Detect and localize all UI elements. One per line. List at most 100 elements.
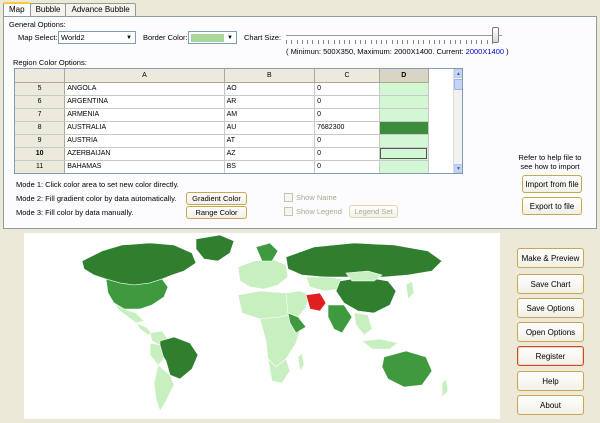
cell-color[interactable] — [379, 95, 429, 109]
row-number[interactable]: 7 — [15, 108, 66, 122]
slider-tick — [286, 40, 287, 44]
cell-country-name[interactable]: BAHAMAS — [64, 160, 225, 173]
grid-vertical-scrollbar[interactable]: ▲ ▼ — [453, 69, 462, 173]
slider-thumb[interactable] — [492, 27, 499, 43]
row-number[interactable]: 6 — [15, 95, 66, 109]
slider-tick — [381, 40, 382, 44]
column-header-a[interactable]: A — [64, 69, 225, 83]
cell-value[interactable]: 0 — [314, 147, 380, 161]
import-from-file-button[interactable]: Import from file — [522, 175, 582, 193]
border-color-picker[interactable]: ▼ — [188, 31, 237, 44]
show-name-checkbox[interactable]: Show Name — [284, 193, 337, 202]
cell-color[interactable] — [379, 134, 429, 148]
cell-value[interactable]: 0 — [314, 108, 380, 122]
slider-tick — [360, 40, 361, 44]
cell-color[interactable] — [379, 108, 429, 122]
cell-country-code[interactable]: AM — [224, 108, 316, 122]
cell-country-code[interactable]: AU — [224, 121, 316, 135]
cell-country-name[interactable]: AUSTRALIA — [64, 121, 225, 135]
chart-size-slider[interactable] — [286, 28, 502, 44]
gradient-color-button[interactable]: Gradient Color — [186, 192, 247, 205]
cell-country-name[interactable]: ARGENTINA — [64, 95, 225, 109]
cell-country-code[interactable]: AT — [224, 134, 316, 148]
table-row[interactable]: 10 AZERBAIJAN AZ 0 — [15, 147, 462, 161]
column-header-d[interactable]: D — [379, 69, 429, 83]
slider-tick — [402, 40, 403, 44]
map-region-indonesia — [361, 338, 399, 350]
table-row[interactable]: 9 AUSTRIA AT 0 — [15, 134, 462, 148]
tab-advance-bubble[interactable]: Advance Bubble — [65, 3, 136, 16]
mode3-text: Mode 3: Fill color by data manually. — [16, 208, 134, 217]
cell-value[interactable]: 0 — [314, 160, 380, 173]
slider-tick — [444, 40, 445, 44]
legend-set-button[interactable]: Legend Set — [349, 205, 398, 218]
cell-value[interactable]: 0 — [314, 134, 380, 148]
map-region-madagascar — [297, 352, 305, 372]
chart-size-current: 2000X1400 — [465, 47, 505, 56]
map-region-new-zealand — [441, 378, 449, 398]
corner-header[interactable] — [15, 69, 66, 83]
mode1-text: Mode 1: Click color area to set new colo… — [16, 180, 179, 189]
cell-color[interactable] — [379, 82, 429, 96]
general-options-label: General Options: — [9, 20, 66, 29]
slider-tick — [407, 40, 408, 44]
row-number[interactable]: 9 — [15, 134, 66, 148]
slider-tick — [450, 40, 451, 44]
table-row[interactable]: 7 ARMENIA AM 0 — [15, 108, 462, 122]
help-button[interactable]: Help — [517, 371, 584, 391]
cell-color[interactable] — [379, 160, 429, 173]
slider-tick — [355, 40, 356, 44]
cell-value[interactable]: 7682300 — [314, 121, 380, 135]
open-options-button[interactable]: Open Options — [517, 322, 584, 342]
register-button[interactable]: Register — [517, 346, 584, 366]
region-data-grid[interactable]: A B C D 5 ANGOLA AO 0 6 ARGENTINA AR 0 7 ARMENIA A… — [14, 68, 463, 174]
row-number[interactable]: 8 — [15, 121, 66, 135]
export-to-file-button[interactable]: Export to file — [522, 197, 582, 215]
cell-color[interactable] — [379, 121, 429, 135]
table-row[interactable]: 8 AUSTRALIA AU 7682300 — [15, 121, 462, 135]
cell-country-name[interactable]: AUSTRIA — [64, 134, 225, 148]
tab-bubble[interactable]: Bubble — [29, 3, 67, 16]
cell-value[interactable]: 0 — [314, 95, 380, 109]
map-region-canada — [81, 242, 197, 286]
cell-country-code[interactable]: AO — [224, 82, 316, 96]
slider-tick — [413, 40, 414, 44]
chevron-down-icon: ▼ — [227, 34, 233, 41]
slider-tick — [476, 40, 477, 44]
tab-map[interactable]: Map — [3, 2, 31, 16]
cell-country-name[interactable]: ARMENIA — [64, 108, 225, 122]
cell-country-name[interactable]: ANGOLA — [64, 82, 225, 96]
cell-color[interactable] — [379, 147, 429, 161]
range-color-button[interactable]: Range Color — [186, 206, 247, 219]
table-row[interactable]: 6 ARGENTINA AR 0 — [15, 95, 462, 109]
cell-value[interactable]: 0 — [314, 82, 380, 96]
save-options-button[interactable]: Save Options — [517, 298, 584, 318]
row-number[interactable]: 11 — [15, 160, 66, 173]
row-number[interactable]: 10 — [15, 147, 66, 161]
slider-tick — [460, 40, 461, 44]
slider-tick — [376, 40, 377, 44]
slider-tick — [323, 40, 324, 44]
show-legend-checkbox[interactable]: Show Legend — [284, 207, 342, 216]
save-chart-button[interactable]: Save Chart — [517, 274, 584, 294]
scroll-up-icon[interactable]: ▲ — [454, 69, 462, 78]
cell-country-code[interactable]: AZ — [224, 147, 316, 161]
map-select-dropdown[interactable]: World2 ▼ — [58, 31, 136, 44]
table-row[interactable]: 5 ANGOLA AO 0 — [15, 82, 462, 96]
cell-country-code[interactable]: BS — [224, 160, 316, 173]
scroll-down-icon[interactable]: ▼ — [454, 164, 462, 173]
make-preview-button[interactable]: Make & Preview — [517, 248, 584, 268]
cell-country-code[interactable]: AR — [224, 95, 316, 109]
scroll-thumb[interactable] — [454, 79, 462, 90]
map-region-japan — [405, 280, 415, 300]
chart-size-info: ( Minimun: 500X350, Maximum: 2000X1400. … — [286, 47, 509, 56]
table-row[interactable]: 11 BAHAMAS BS 0 — [15, 160, 462, 173]
cell-country-name[interactable]: AZERBAIJAN — [64, 147, 225, 161]
column-header-b[interactable]: B — [224, 69, 316, 83]
about-button[interactable]: About — [517, 395, 584, 415]
column-header-c[interactable]: C — [314, 69, 380, 83]
row-number[interactable]: 5 — [15, 82, 66, 96]
show-name-label: Show Name — [296, 193, 337, 202]
slider-tick — [328, 40, 329, 44]
map-select-value: World2 — [61, 33, 85, 42]
